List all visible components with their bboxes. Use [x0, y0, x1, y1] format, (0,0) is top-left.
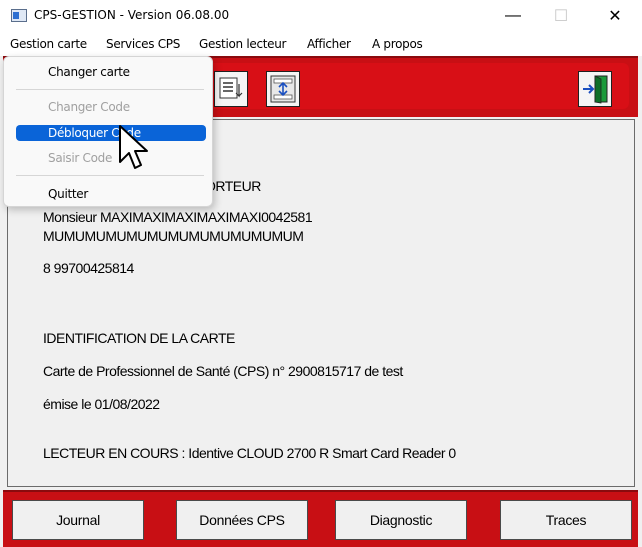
holder-id: 8 99700425814	[43, 260, 134, 276]
menu-services-cps[interactable]: Services CPS	[106, 37, 180, 51]
holder-heading: ORTEUR	[205, 178, 261, 194]
menu-afficher[interactable]: Afficher	[307, 37, 351, 51]
menu-separator	[16, 89, 204, 90]
card-reader-icon[interactable]	[214, 71, 248, 107]
menu-bar: Gestion carte Services CPS Gestion lecte…	[0, 32, 642, 56]
menu-saisir-code[interactable]: Saisir Code	[48, 151, 112, 165]
menu-separator	[16, 175, 204, 176]
menu-changer-carte[interactable]: Changer carte	[48, 65, 130, 79]
current-reader: LECTEUR EN COURS : Identive CLOUD 2700 R…	[43, 445, 456, 461]
menu-gestion-carte[interactable]: Gestion carte	[10, 37, 87, 51]
journal-button[interactable]: Journal	[12, 500, 144, 540]
close-button[interactable]: ✕	[592, 0, 638, 32]
minimize-button[interactable]: —	[490, 0, 536, 32]
card-heading: IDENTIFICATION DE LA CARTE	[43, 330, 235, 346]
gestion-carte-dropdown: Changer carte Changer Code Débloquer Cod…	[3, 56, 213, 207]
donnees-cps-button[interactable]: Données CPS	[176, 500, 308, 540]
holder-name: Monsieur MAXIMAXIMAXIMAXIMAXI0042581	[43, 209, 313, 225]
mouse-cursor-icon	[119, 125, 148, 169]
maximize-button[interactable]: ☐	[538, 0, 584, 32]
card-issued-date: émise le 01/08/2022	[43, 396, 160, 412]
app-icon	[11, 9, 27, 22]
traces-button[interactable]: Traces	[500, 500, 632, 540]
window-title: CPS-GESTION - Version 06.08.00	[34, 8, 230, 22]
menu-a-propos[interactable]: A propos	[372, 37, 423, 51]
diagnostic-button[interactable]: Diagnostic	[335, 500, 467, 540]
menu-changer-code[interactable]: Changer Code	[48, 100, 130, 114]
exit-door-icon[interactable]	[578, 71, 612, 107]
card-description: Carte de Professionnel de Santé (CPS) n°…	[43, 363, 403, 379]
title-bar: CPS-GESTION - Version 06.08.00 — ☐ ✕	[0, 0, 642, 32]
transfer-icon[interactable]	[266, 71, 300, 107]
menu-gestion-lecteur[interactable]: Gestion lecteur	[199, 37, 286, 51]
holder-surname: MUMUMUMUMUMUMUMUMUMUMUMUM	[43, 228, 304, 244]
menu-quitter[interactable]: Quitter	[48, 187, 88, 201]
